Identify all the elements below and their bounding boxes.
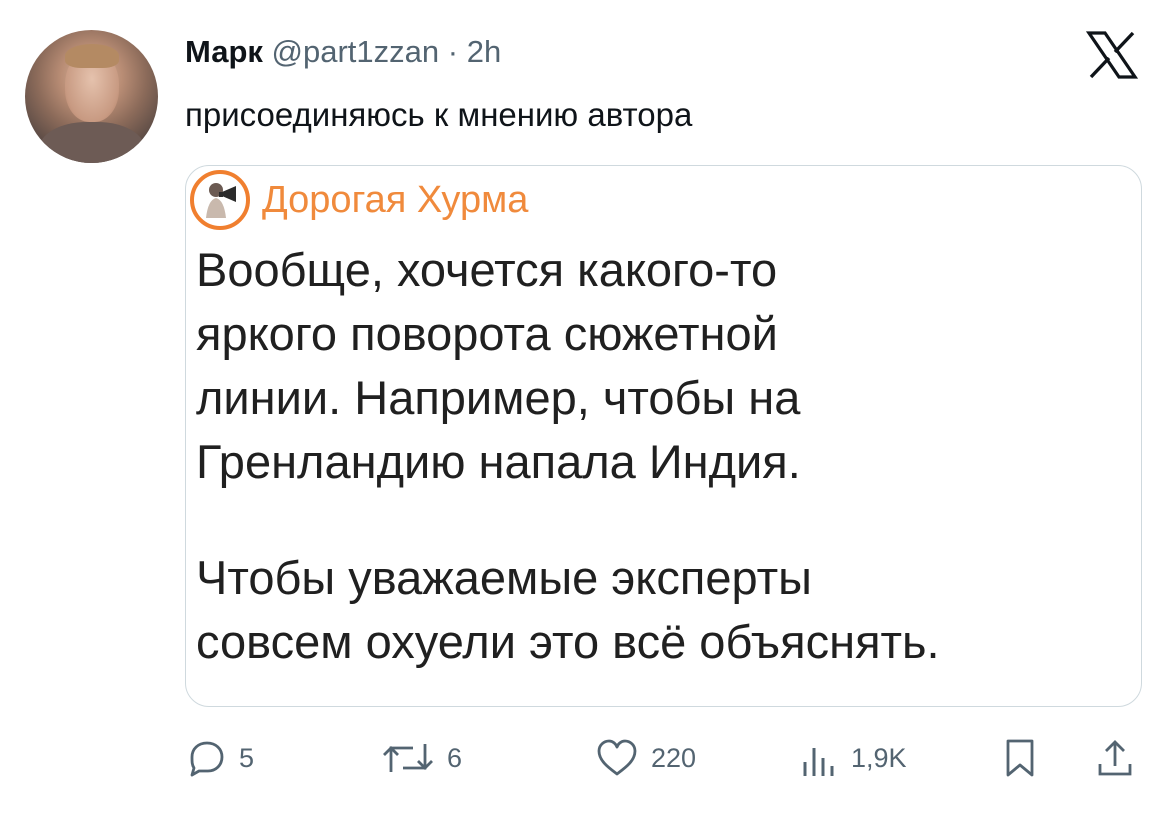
avatar-hair <box>65 44 119 68</box>
reply-icon <box>190 741 224 777</box>
quote-source-avatar <box>190 170 250 230</box>
repost-icon <box>383 744 433 772</box>
quote-line: совсем охуели это всё объяснять. <box>196 615 940 668</box>
avatar-body <box>39 122 145 163</box>
quote-header: Дорогая Хурма <box>190 170 528 230</box>
like-button[interactable]: 220 <box>595 728 696 788</box>
heart-icon <box>597 739 637 776</box>
author-handle[interactable]: @part1zzan <box>272 34 440 69</box>
views-icon <box>803 748 834 776</box>
share-button[interactable] <box>1095 728 1135 788</box>
tweet-timestamp[interactable]: 2h <box>467 34 501 69</box>
tweet-header: Марк @part1zzan · 2h <box>185 32 501 72</box>
reply-count: 5 <box>239 742 255 773</box>
quote-line: линии. Например, чтобы на <box>196 371 801 424</box>
quoted-image-card[interactable]: Дорогая Хурма Вообще, хочется какого-то … <box>185 165 1142 707</box>
tweet-actions: 5 6 220 1,9K <box>185 728 1145 788</box>
x-logo-icon <box>1085 30 1139 80</box>
reply-button[interactable]: 5 <box>187 728 254 788</box>
author-name[interactable]: Марк <box>185 34 263 69</box>
repost-count: 6 <box>447 742 463 773</box>
quote-source-name: Дорогая Хурма <box>262 179 529 221</box>
megaphone-person-icon <box>206 183 236 218</box>
like-count: 220 <box>651 742 697 773</box>
header-separator: · <box>447 34 459 69</box>
author-avatar[interactable] <box>25 30 158 163</box>
tweet-text: присоединяюсь к мнению автора <box>185 96 693 133</box>
views-button[interactable]: 1,9K <box>799 728 907 788</box>
quote-text: Вообще, хочется какого-то яркого поворот… <box>196 238 940 674</box>
repost-button[interactable]: 6 <box>381 728 462 788</box>
share-icon <box>1098 740 1132 776</box>
quote-line: Гренландию напала Индия. <box>196 435 801 488</box>
quote-line: яркого поворота сюжетной <box>196 307 778 360</box>
bookmark-icon <box>1006 739 1034 777</box>
bookmark-button[interactable] <box>1003 728 1037 788</box>
quote-line: Вообще, хочется какого-то <box>196 243 778 296</box>
quote-line: Чтобы уважаемые эксперты <box>196 551 812 604</box>
views-count: 1,9K <box>851 742 907 773</box>
